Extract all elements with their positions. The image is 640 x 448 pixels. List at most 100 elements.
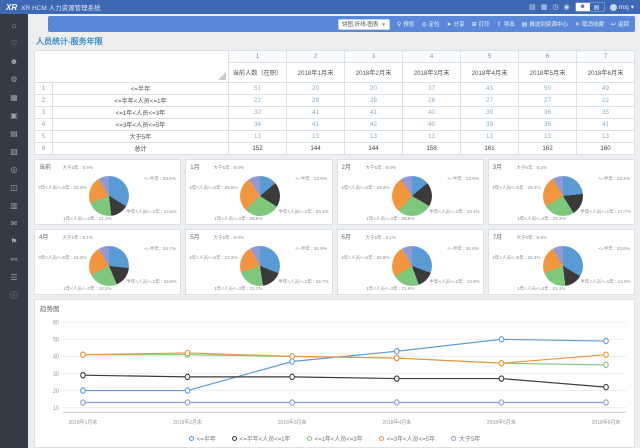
topbar-actions: ▤▦◷◉ ☻▤ mxj ▾ xyxy=(529,2,634,12)
list-view-icon[interactable]: ▤ xyxy=(590,3,604,11)
mail-icon[interactable]: ✉ xyxy=(0,217,28,231)
cell-value: 161 xyxy=(461,143,519,155)
cell-value: 40 xyxy=(403,107,461,119)
clock-icon[interactable]: ◷ xyxy=(552,4,558,11)
info-icon[interactable]: ⓘ xyxy=(0,289,28,303)
back-button[interactable]: ↩返回 xyxy=(611,20,629,28)
user-icon[interactable]: ☻ xyxy=(0,55,28,69)
sidebar: ⌂ ♡ ☻ ⚙ ▦ ▣ ▤ ▧ ◎ ◫ ▥ ✉ ⚑ ⚯ ☰ ⓘ xyxy=(0,14,28,448)
target-icon[interactable]: ◎ xyxy=(0,163,28,177)
legend-marker xyxy=(307,436,312,441)
cell-value: 13 xyxy=(461,131,519,143)
cell-value: 13 xyxy=(229,131,287,143)
pie-slice-label: 3年<人员<=5年 : 24.2% xyxy=(38,254,86,260)
favorite-icon[interactable]: ♡ xyxy=(0,37,28,51)
series-line xyxy=(83,339,606,390)
export-button[interactable]: ⇧导出 xyxy=(497,20,515,28)
row-index: 5 xyxy=(35,131,53,143)
locate-button[interactable]: ◎定位 xyxy=(421,20,439,28)
print-icon: ⊞ xyxy=(472,21,477,28)
pie-slice-label: 大于5年 : 9.0% xyxy=(365,164,396,170)
report-icon[interactable]: ▤ xyxy=(0,127,28,141)
pie-slice-label: 半年<人员<=1年 : 16.8% xyxy=(127,278,177,284)
link-icon[interactable]: ⚯ xyxy=(0,253,28,267)
home-icon[interactable]: ⌂ xyxy=(0,19,28,33)
legend-marker xyxy=(189,436,194,441)
x-tick-label: 2018年1月末 xyxy=(69,417,98,426)
help-icon[interactable]: ◉ xyxy=(564,4,570,11)
pie-card-5月: 5月<=半年 : 30.9%半年<人员<=1年 : 16.7%1年<人员<=3年… xyxy=(185,229,332,295)
building-icon[interactable]: ▦ xyxy=(0,91,28,105)
pie-slice-label: <=半年 : 13.9% xyxy=(447,175,478,181)
x-tick-label: 2018年3月末 xyxy=(278,417,307,426)
cell-value: 20 xyxy=(345,83,403,95)
share-button[interactable]: ➤分享 xyxy=(447,20,465,28)
cell-value: 36 xyxy=(519,119,577,131)
data-point xyxy=(185,374,190,379)
toolbar-button-group: ⚲预览 ◎定位 ➤分享 ⊞打印 ⇧导出 ▤推送到资源中心 ✕取消收藏 ↩返回 xyxy=(397,20,629,28)
cell-value: 27 xyxy=(519,95,577,107)
pie-slice-label: 大于5年 : 8.6% xyxy=(516,234,547,240)
pie-slice-label: 大于5年 : 8.1% xyxy=(62,234,93,240)
preview-icon: ⚲ xyxy=(397,21,401,28)
cell-value: 32 xyxy=(229,107,287,119)
legend-item-1[interactable]: <=半年<人员<=1年 xyxy=(232,434,291,443)
cell-value: 13 xyxy=(403,131,461,143)
row-index: 1 xyxy=(35,83,53,95)
y-tick-label: 10 xyxy=(53,406,60,412)
pie-slice-label: 半年<人员<=1年 : 13.8% xyxy=(429,278,479,284)
pie-slice-label: <=半年 : 13.9% xyxy=(296,175,327,181)
col-number: 4 xyxy=(403,51,461,63)
unfavorite-button[interactable]: ✕取消收藏 xyxy=(575,20,604,28)
series-line xyxy=(83,375,606,387)
data-point xyxy=(604,362,609,367)
pie-2月 xyxy=(392,176,432,216)
col-number: 5 xyxy=(461,51,519,63)
x-tick-label: 2018年2月末 xyxy=(173,417,202,426)
legend-label: <=1年<人员<=3年 xyxy=(315,434,363,443)
dashboard-icon[interactable]: ▣ xyxy=(0,109,28,123)
user-view-icon[interactable]: ☻ xyxy=(576,3,590,11)
chart-type-select[interactable]: 饼图,折线-图表 ▼ xyxy=(338,19,390,30)
legend-item-0[interactable]: <=半年 xyxy=(189,434,216,443)
pie-title: 6月 xyxy=(342,232,351,241)
user-menu[interactable]: mxj ▾ xyxy=(610,3,634,11)
flag-icon[interactable]: ⚑ xyxy=(0,235,28,249)
pie-slice-label: 3年<人员<=5年 : 22.4% xyxy=(38,184,86,190)
preview-button[interactable]: ⚲预览 xyxy=(397,20,414,28)
pie-card-7月: 7月<=半年 : 33.6%半年<人员<=1年 : 14.5%1年<人员<=3年… xyxy=(488,229,635,295)
table-row: 4<=3年<人员<=5年34414240393641 xyxy=(35,119,635,131)
unfavorite-button-label: 取消收藏 xyxy=(582,20,604,28)
print-button[interactable]: ⊞打印 xyxy=(472,20,490,28)
settings-icon[interactable]: ⚙ xyxy=(0,73,28,87)
legend-item-4[interactable]: 大于5年 xyxy=(451,434,480,443)
data-point xyxy=(394,349,399,354)
data-point xyxy=(290,354,295,359)
legend-item-2[interactable]: <=1年<人员<=3年 xyxy=(307,434,363,443)
data-point xyxy=(81,388,86,393)
cell-value: 41 xyxy=(287,107,345,119)
legend-item-3[interactable]: <=3年<人员<=5年 xyxy=(379,434,435,443)
push-to-resource-button[interactable]: ▤推送到资源中心 xyxy=(522,20,568,28)
menu-icon[interactable]: ☰ xyxy=(0,271,28,285)
cell-value: 50 xyxy=(519,83,577,95)
chart-icon[interactable]: ▥ xyxy=(0,199,28,213)
app-title: XR HCM 人力资源管理系统 xyxy=(21,2,100,12)
cell-value: 162 xyxy=(519,143,577,155)
pie-slice-label: 1年<人员<=3年 : 24.2% xyxy=(63,285,111,291)
chart-legend: <=半年 <=半年<人员<=1年 <=1年<人员<=3年 <=3年<人员<=5年 大于5… xyxy=(35,433,634,447)
y-tick-label: 60 xyxy=(53,320,60,326)
cell-value: 22 xyxy=(577,95,635,107)
table-col-number-row: 1234567 xyxy=(35,51,635,63)
apps-grid-icon[interactable]: ▦ xyxy=(541,4,548,11)
folder-icon[interactable]: ◫ xyxy=(0,181,28,195)
pie-title: 7月 xyxy=(493,232,502,241)
x-tick-label: 2018年4月末 xyxy=(382,417,411,426)
form-icon[interactable]: ▧ xyxy=(0,145,28,159)
col-number: 7 xyxy=(577,51,635,63)
calendar-icon[interactable]: ▤ xyxy=(529,4,536,11)
col-header: 2018年1月末 xyxy=(287,63,345,83)
view-segment-control[interactable]: ☻▤ xyxy=(575,2,605,12)
y-tick-label: 40 xyxy=(53,354,60,360)
data-point xyxy=(185,388,190,393)
